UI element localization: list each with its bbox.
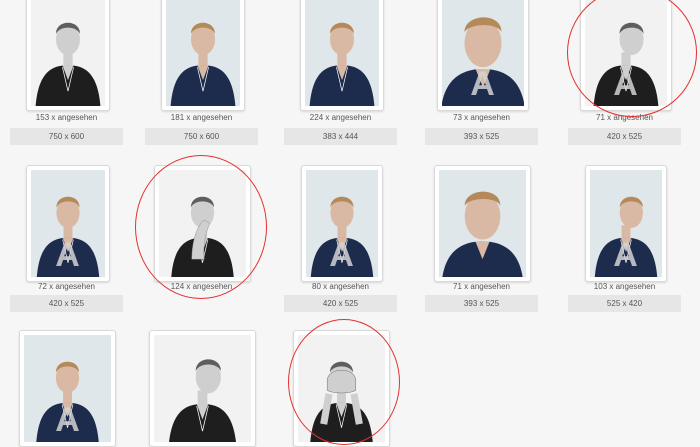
image-dimensions: 420 x 525 [10, 295, 123, 312]
thumbnail-image[interactable]: A [25, 165, 110, 282]
view-count: 72 x angesehen [38, 282, 95, 291]
watermark-icon: A [470, 65, 495, 103]
view-count: 181 x angesehen [170, 113, 233, 122]
image-dimensions: 393 x 525 [425, 128, 538, 145]
thumbnail-image[interactable] [25, 0, 110, 111]
view-count: 71 x angesehen [453, 282, 510, 291]
view-count: 71 x angesehen [596, 113, 653, 122]
thumbnail-image[interactable] [299, 0, 384, 111]
image-dimensions: 525 x 420 [568, 295, 681, 312]
view-count: 124 x angesehen [170, 282, 233, 291]
thumbnail-image[interactable] [154, 165, 251, 282]
image-dimensions: 383 x 444 [284, 128, 397, 145]
view-count: 80 x angesehen [312, 282, 369, 291]
view-count: 103 x angesehen [593, 282, 656, 291]
thumbnail-image[interactable] [434, 165, 531, 282]
image-dimensions: 420 x 525 [568, 128, 681, 145]
watermark-icon: A [613, 236, 638, 274]
view-count: 224 x angesehen [309, 113, 372, 122]
watermark-icon: A [55, 236, 80, 274]
thumbnail-image[interactable] [293, 330, 390, 447]
thumbnail-image[interactable]: A [436, 0, 529, 111]
watermark-icon: A [329, 236, 354, 274]
watermark-icon: A [55, 401, 80, 439]
image-dimensions: 750 x 600 [145, 128, 258, 145]
thumbnail-image[interactable]: A [584, 165, 667, 282]
thumbnail-image[interactable] [149, 330, 256, 447]
thumbnail-image[interactable]: A [579, 0, 672, 111]
image-dimensions: 420 x 525 [284, 295, 397, 312]
view-count: 73 x angesehen [453, 113, 510, 122]
image-dimensions: 750 x 600 [10, 128, 123, 145]
thumbnail-image[interactable] [160, 0, 245, 111]
thumbnail-image[interactable]: A [19, 330, 116, 447]
image-dimensions: 393 x 525 [425, 295, 538, 312]
thumbnail-image[interactable]: A [300, 165, 383, 282]
view-count: 153 x angesehen [35, 113, 98, 122]
watermark-icon: A [613, 65, 638, 103]
